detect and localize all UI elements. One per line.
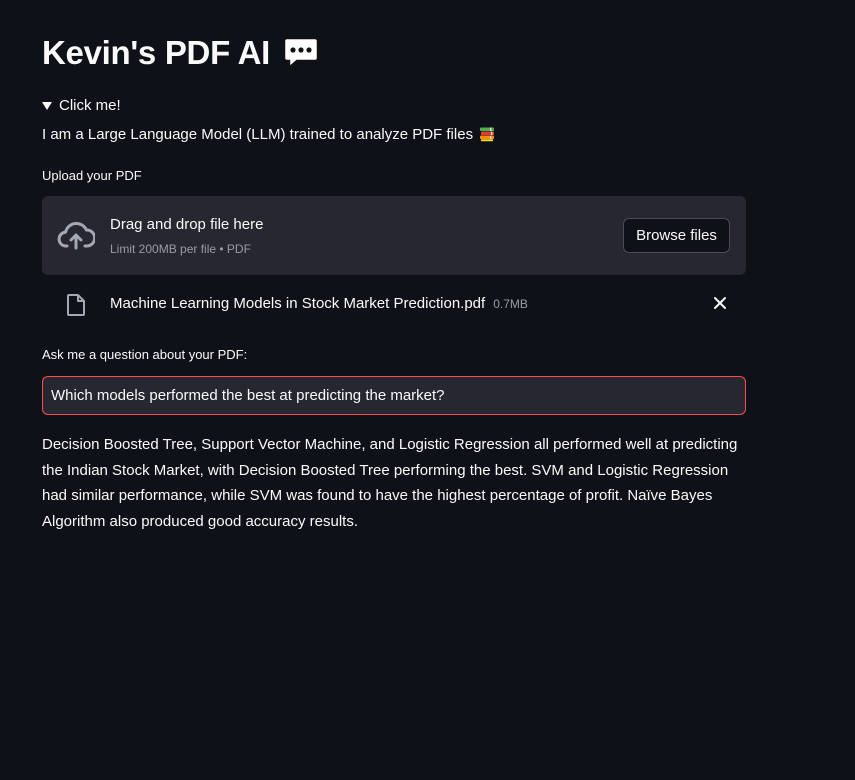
upload-label: Upload your PDF bbox=[42, 168, 142, 183]
close-icon bbox=[714, 297, 726, 309]
browse-files-button[interactable]: Browse files bbox=[623, 218, 730, 253]
question-label: Ask me a question about your PDF: bbox=[42, 347, 248, 362]
file-size: 0.7MB bbox=[493, 297, 528, 311]
triangle-down-icon bbox=[42, 101, 52, 110]
expander-toggle[interactable]: Click me! bbox=[42, 95, 121, 115]
uploaded-file-name: Machine Learning Models in Stock Market … bbox=[110, 295, 528, 312]
remove-file-button[interactable] bbox=[712, 295, 728, 311]
file-dropzone[interactable]: Drag and drop file here Limit 200MB per … bbox=[42, 196, 746, 275]
file-icon bbox=[65, 293, 87, 317]
expander-label: Click me! bbox=[59, 96, 121, 114]
dropzone-subtitle: Limit 200MB per file • PDF bbox=[110, 242, 251, 256]
books-icon bbox=[479, 126, 495, 142]
cloud-upload-icon bbox=[57, 220, 97, 250]
dropzone-title: Drag and drop file here bbox=[110, 216, 264, 233]
page-title-text: Kevin's PDF AI bbox=[42, 34, 270, 71]
answer-text: Decision Boosted Tree, Support Vector Ma… bbox=[42, 436, 738, 531]
speech-balloon-icon bbox=[282, 35, 320, 71]
uploaded-file-row: Machine Learning Models in Stock Market … bbox=[42, 287, 746, 321]
intro-label: I am a Large Language Model (LLM) traine… bbox=[42, 125, 474, 143]
question-input[interactable] bbox=[42, 376, 746, 415]
page-title: Kevin's PDF AI bbox=[42, 30, 320, 76]
intro-text: I am a Large Language Model (LLM) traine… bbox=[42, 124, 495, 144]
main-container: Kevin's PDF AI Click me! I am a Large La… bbox=[0, 0, 855, 780]
file-name-text: Machine Learning Models in Stock Market … bbox=[110, 295, 486, 312]
